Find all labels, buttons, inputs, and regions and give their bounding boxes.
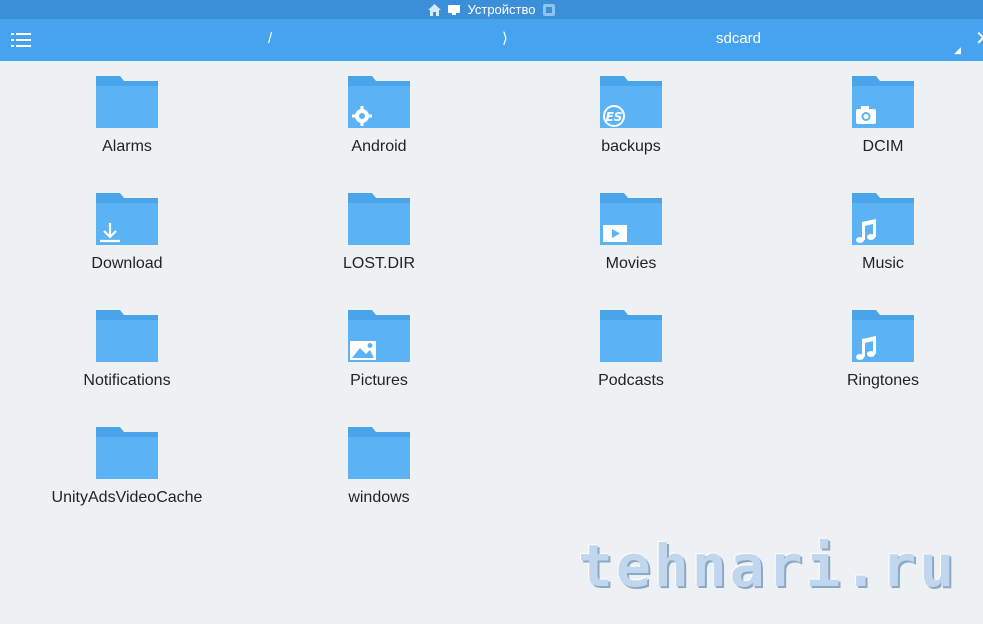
folder-label: Download xyxy=(91,255,163,272)
play-icon xyxy=(603,225,627,242)
folder-item[interactable]: Pictures xyxy=(279,308,479,408)
folder-label: UnityAdsVideoCache xyxy=(51,489,203,506)
breadcrumb-current[interactable]: sdcard xyxy=(716,30,761,47)
folder-icon xyxy=(348,310,410,362)
folder-item[interactable]: windows xyxy=(279,425,479,525)
close-icon[interactable]: ✕ xyxy=(975,26,983,51)
folder-item[interactable]: Ringtones xyxy=(783,308,983,408)
folder-item[interactable]: Podcasts xyxy=(531,308,731,408)
folder-icon xyxy=(348,193,410,245)
folder-icon xyxy=(600,310,662,362)
folder-label: DCIM xyxy=(862,138,904,155)
svg-text:ES: ES xyxy=(606,110,623,124)
folder-label: Music xyxy=(862,255,904,272)
folder-item[interactable]: UnityAdsVideoCache xyxy=(27,425,227,525)
home-icon[interactable] xyxy=(427,3,441,17)
status-bar: Устройство xyxy=(0,0,983,19)
folder-icon xyxy=(852,310,914,362)
folder-icon xyxy=(96,310,158,362)
menu-list-icon[interactable] xyxy=(11,31,33,49)
folder-label: windows xyxy=(348,489,410,506)
folder-label: Android xyxy=(351,138,407,155)
folder-icon: ES xyxy=(600,76,662,128)
folder-icon xyxy=(852,193,914,245)
path-toolbar: / ⟩ sdcard ◢ ✕ xyxy=(0,19,983,61)
folder-icon xyxy=(96,76,158,128)
corner-triangle-icon: ◢ xyxy=(954,45,961,55)
folder-label: Pictures xyxy=(350,372,408,389)
folder-label: backups xyxy=(601,138,661,155)
tab-options-icon[interactable] xyxy=(542,3,556,17)
folder-icon xyxy=(348,76,410,128)
folder-icon xyxy=(852,76,914,128)
folder-item[interactable]: DCIM xyxy=(783,74,983,174)
folder-icon xyxy=(348,427,410,479)
folder-icon xyxy=(96,427,158,479)
folder-label: Ringtones xyxy=(846,372,920,389)
folder-label: Notifications xyxy=(83,372,171,389)
file-grid: Alarms Android ES backups DCIM Download xyxy=(0,61,983,541)
folder-item[interactable]: Music xyxy=(783,191,983,291)
device-tab-title[interactable]: Устройство xyxy=(467,2,535,17)
breadcrumb-root[interactable]: / xyxy=(268,30,272,47)
breadcrumb-separator: ⟩ xyxy=(502,30,508,47)
folder-item[interactable]: Android xyxy=(279,74,479,174)
folder-icon xyxy=(96,193,158,245)
folder-item[interactable]: Movies xyxy=(531,191,731,291)
folder-label: Podcasts xyxy=(598,372,664,389)
folder-item[interactable]: Notifications xyxy=(27,308,227,408)
watermark: tehnari.ru xyxy=(578,532,958,600)
image-icon xyxy=(350,341,376,360)
folder-label: LOST.DIR xyxy=(342,255,415,272)
folder-item[interactable]: Download xyxy=(27,191,227,291)
folder-icon xyxy=(600,193,662,245)
folder-label: Movies xyxy=(605,255,657,272)
device-tab-icon xyxy=(447,3,461,17)
folder-item[interactable]: Alarms xyxy=(27,74,227,174)
folder-item[interactable]: ES backups xyxy=(531,74,731,174)
folder-item[interactable]: LOST.DIR xyxy=(279,191,479,291)
folder-label: Alarms xyxy=(102,138,152,155)
